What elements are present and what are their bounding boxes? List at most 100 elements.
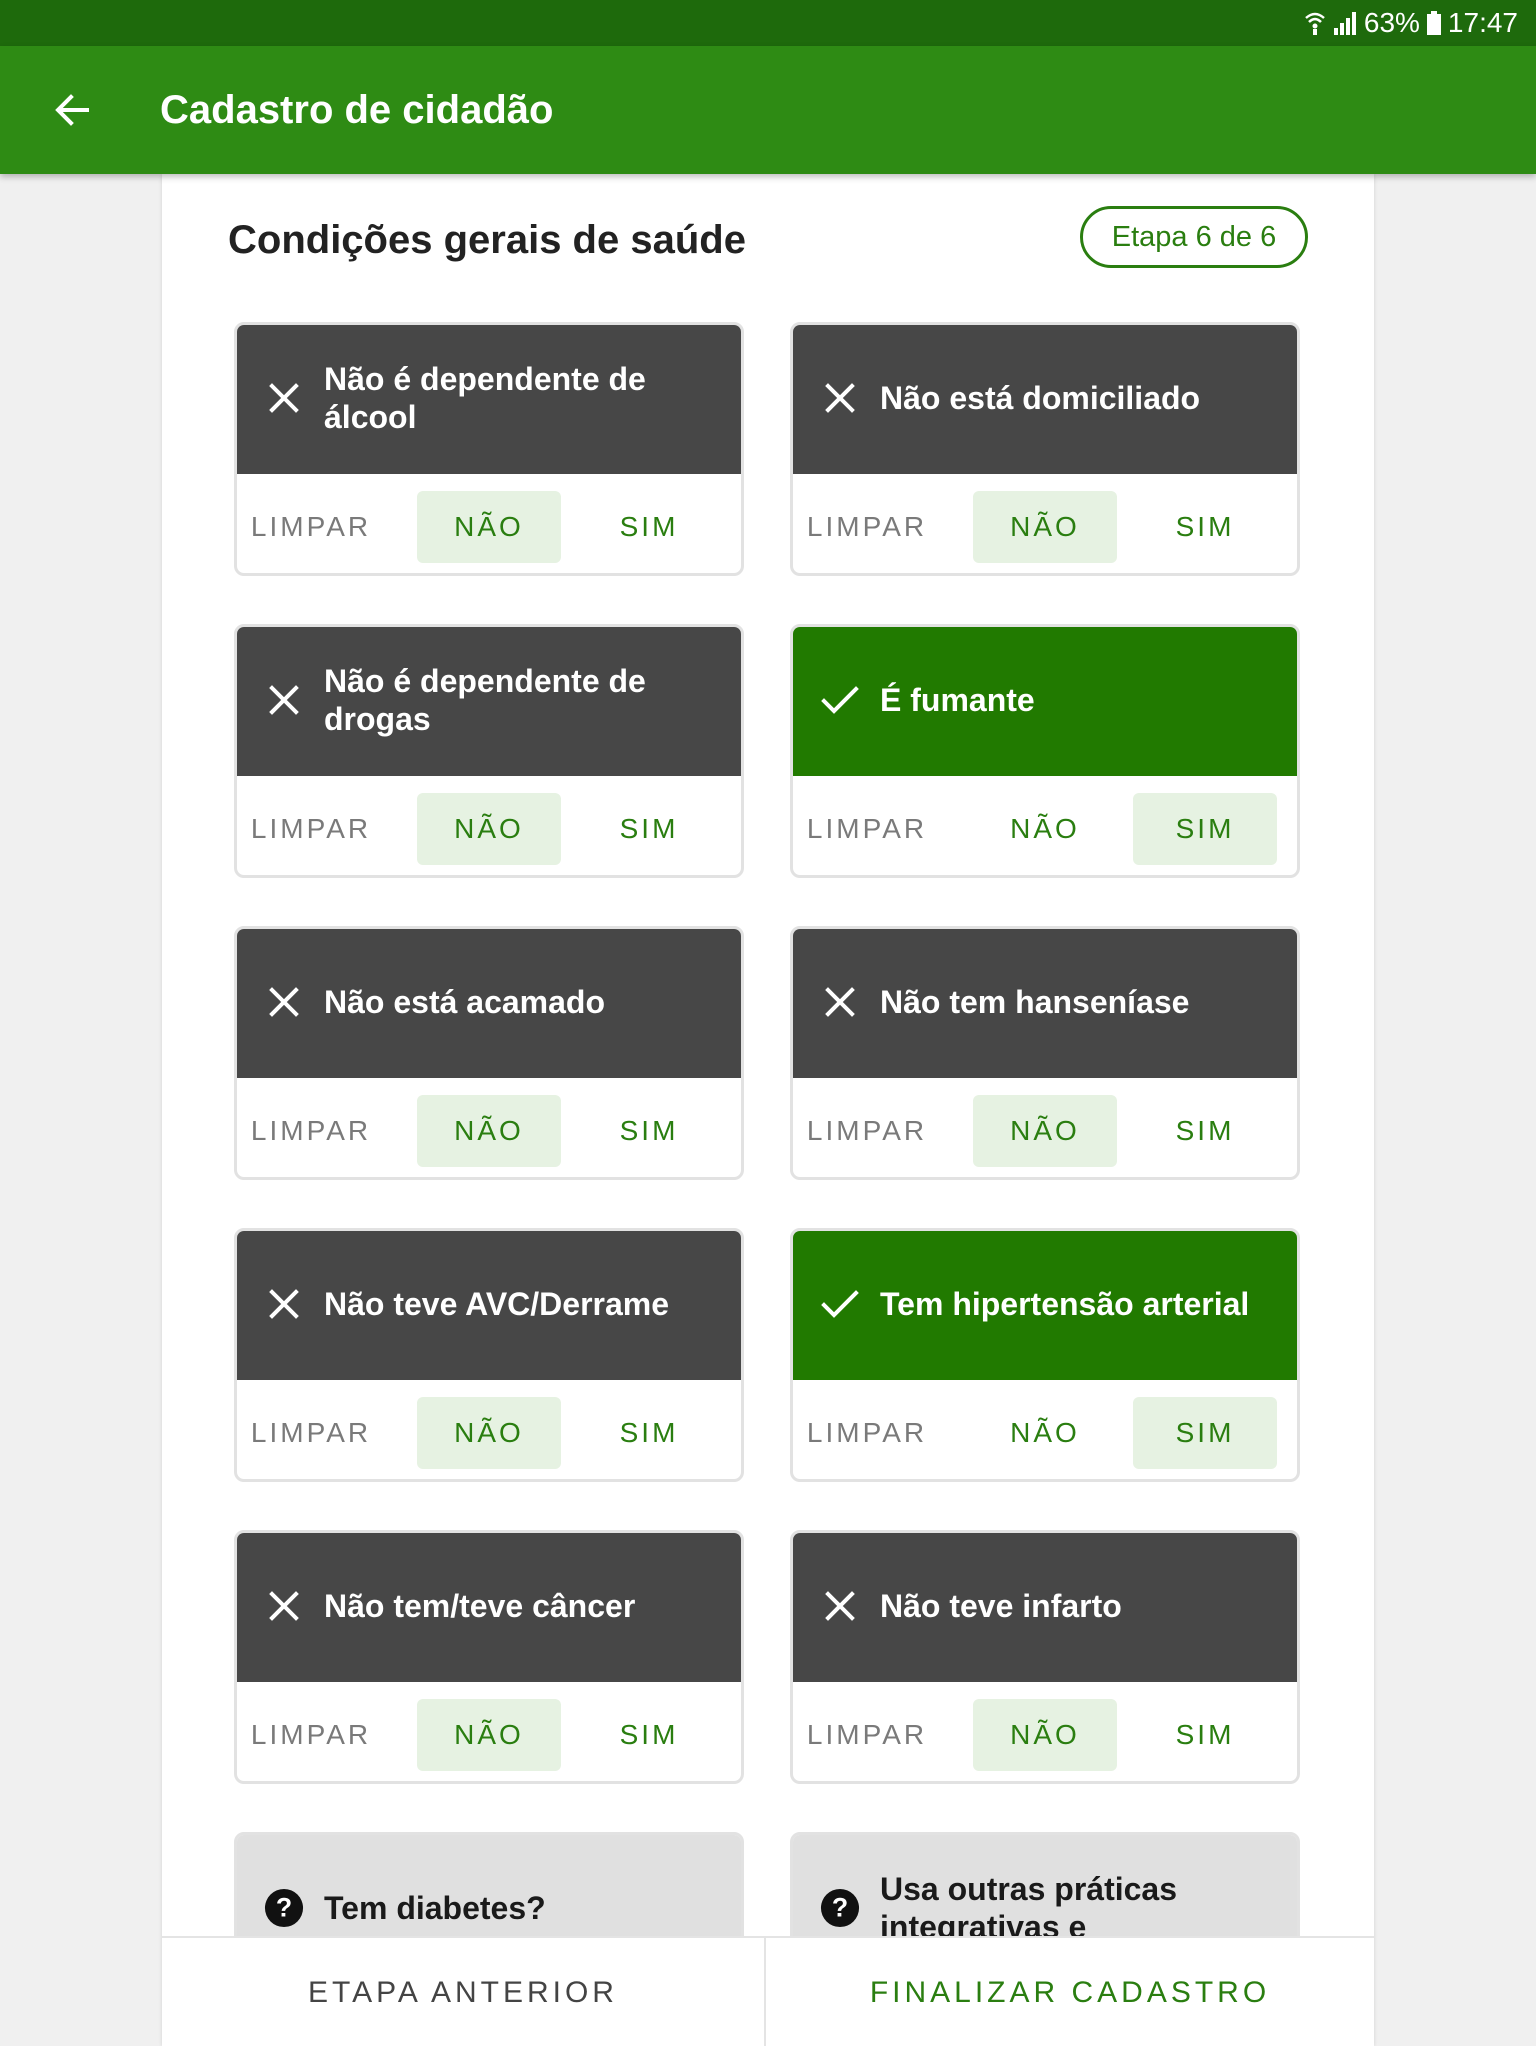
no-option[interactable]: NÃO: [973, 491, 1117, 563]
condition-label: Não teve infarto: [880, 1587, 1122, 1624]
yes-option[interactable]: SIM: [577, 1699, 721, 1771]
back-button[interactable]: [44, 82, 100, 138]
condition-label: Não tem/teve câncer: [324, 1587, 636, 1624]
condition-card: Não é dependente de drogas LIMPAR NÃO SIM: [234, 624, 744, 878]
yes-option[interactable]: SIM: [1133, 491, 1277, 563]
yes-option[interactable]: SIM: [577, 1397, 721, 1469]
condition-options: LIMPAR NÃOSIM: [237, 1081, 741, 1177]
no-option[interactable]: NÃO: [973, 793, 1117, 865]
clear-option[interactable]: LIMPAR: [251, 1397, 371, 1469]
no-option[interactable]: NÃO: [417, 1397, 561, 1469]
clear-option[interactable]: LIMPAR: [807, 491, 927, 563]
clear-option[interactable]: LIMPAR: [807, 1699, 927, 1771]
condition-label: É fumante: [880, 681, 1035, 718]
yes-option[interactable]: SIM: [1133, 1699, 1277, 1771]
condition-options: LIMPAR NÃOSIM: [237, 779, 741, 875]
condition-options: LIMPAR NÃOSIM: [237, 1383, 741, 1479]
clear-option[interactable]: LIMPAR: [251, 1699, 371, 1771]
condition-options: LIMPAR NÃOSIM: [793, 1685, 1297, 1781]
condition-header: Não tem/teve câncer: [237, 1533, 741, 1682]
close-icon: [264, 982, 304, 1022]
app-title: Cadastro de cidadão: [160, 88, 554, 132]
battery-percent: 63%: [1363, 7, 1420, 38]
battery-icon: [1426, 10, 1442, 36]
condition-header: Tem hipertensão arterial: [793, 1231, 1297, 1380]
yes-option[interactable]: SIM: [1133, 1095, 1277, 1167]
clear-option[interactable]: LIMPAR: [807, 793, 927, 865]
previous-step-button[interactable]: ETAPA ANTERIOR: [162, 1938, 766, 2046]
close-icon: [264, 1284, 304, 1324]
condition-header: Não teve AVC/Derrame: [237, 1231, 741, 1380]
yes-option[interactable]: SIM: [577, 1095, 721, 1167]
svg-text:?: ?: [832, 1893, 848, 1923]
finish-registration-button[interactable]: FINALIZAR CADASTRO: [766, 1938, 1374, 2046]
help-icon: ?: [820, 1888, 860, 1928]
status-bar: 63% 17:47: [0, 0, 1536, 46]
no-option[interactable]: NÃO: [417, 793, 561, 865]
condition-header: Não é dependente de álcool: [237, 325, 741, 474]
condition-header: Não está domiciliado: [793, 325, 1297, 474]
clock: 17:47: [1447, 7, 1518, 38]
condition-header: Não é dependente de drogas: [237, 627, 741, 776]
condition-label: Não teve AVC/Derrame: [324, 1285, 670, 1322]
no-option[interactable]: NÃO: [973, 1699, 1117, 1771]
condition-card: Não teve infarto LIMPAR NÃO SIM: [790, 1530, 1300, 1784]
condition-options: LIMPAR NÃOSIM: [793, 477, 1297, 573]
clear-option[interactable]: LIMPAR: [251, 491, 371, 563]
no-option[interactable]: NÃO: [417, 1095, 561, 1167]
condition-header: Não teve infarto: [793, 1533, 1297, 1682]
yes-option[interactable]: SIM: [1133, 1397, 1277, 1469]
condition-header: Não tem hanseníase: [793, 929, 1297, 1078]
condition-label: Não está acamado: [324, 983, 606, 1020]
close-icon: [264, 680, 304, 720]
condition-options: LIMPAR NÃOSIM: [793, 1383, 1297, 1479]
no-option[interactable]: NÃO: [973, 1095, 1117, 1167]
step-badge: Etapa 6 de 6: [1080, 206, 1308, 268]
app-bar: Cadastro de cidadão: [0, 46, 1536, 174]
condition-header: Não está acamado: [237, 929, 741, 1078]
check-icon: [820, 1284, 860, 1324]
close-icon: [820, 982, 860, 1022]
condition-label: Não é dependente de álcool: [324, 360, 646, 435]
bottom-action-bar: ETAPA ANTERIOR FINALIZAR CADASTRO: [162, 1936, 1374, 2046]
no-option[interactable]: NÃO: [973, 1397, 1117, 1469]
section-title: Condições gerais de saúde: [228, 218, 746, 262]
svg-text:?: ?: [276, 1893, 292, 1923]
condition-header: É fumante: [793, 627, 1297, 776]
yes-option[interactable]: SIM: [577, 793, 721, 865]
yes-option[interactable]: SIM: [577, 491, 721, 563]
form-sheet: Condições gerais de saúde Etapa 6 de 6 N…: [162, 174, 1374, 2046]
signal-icon: [1332, 10, 1358, 36]
condition-options: LIMPAR NÃOSIM: [237, 1685, 741, 1781]
clear-option[interactable]: LIMPAR: [807, 1095, 927, 1167]
condition-card: Não está domiciliado LIMPAR NÃO SIM: [790, 322, 1300, 576]
condition-card: Não tem hanseníase LIMPAR NÃO SIM: [790, 926, 1300, 1180]
condition-options: LIMPAR NÃOSIM: [793, 1081, 1297, 1177]
close-icon: [264, 378, 304, 418]
condition-card: Não tem/teve câncer LIMPAR NÃO SIM: [234, 1530, 744, 1784]
wifi-icon: [1304, 10, 1326, 36]
arrow-left-icon: [55, 94, 89, 126]
clear-option[interactable]: LIMPAR: [807, 1397, 927, 1469]
condition-card: É fumante LIMPAR NÃO SIM: [790, 624, 1300, 878]
condition-options: LIMPAR NÃOSIM: [237, 477, 741, 573]
check-icon: [820, 680, 860, 720]
no-option[interactable]: NÃO: [417, 491, 561, 563]
close-icon: [264, 1586, 304, 1626]
clear-option[interactable]: LIMPAR: [251, 793, 371, 865]
condition-label: Tem hipertensão arterial: [880, 1285, 1250, 1322]
help-icon: ?: [264, 1888, 304, 1928]
condition-card: Tem hipertensão arterial LIMPAR NÃO SIM: [790, 1228, 1300, 1482]
condition-card: Não está acamado LIMPAR NÃO SIM: [234, 926, 744, 1180]
condition-label: Não está domiciliado: [880, 379, 1201, 416]
yes-option[interactable]: SIM: [1133, 793, 1277, 865]
condition-card: Não é dependente de álcool LIMPAR NÃO SIM: [234, 322, 744, 576]
close-icon: [820, 378, 860, 418]
condition-label: Não tem hanseníase: [880, 983, 1190, 1020]
close-icon: [820, 1586, 860, 1626]
no-option[interactable]: NÃO: [417, 1699, 561, 1771]
clear-option[interactable]: LIMPAR: [251, 1095, 371, 1167]
condition-card: Não teve AVC/Derrame LIMPAR NÃO SIM: [234, 1228, 744, 1482]
status-indicators: 63% 17:47: [1304, 0, 1518, 46]
condition-label: Não é dependente de drogas: [324, 662, 646, 737]
